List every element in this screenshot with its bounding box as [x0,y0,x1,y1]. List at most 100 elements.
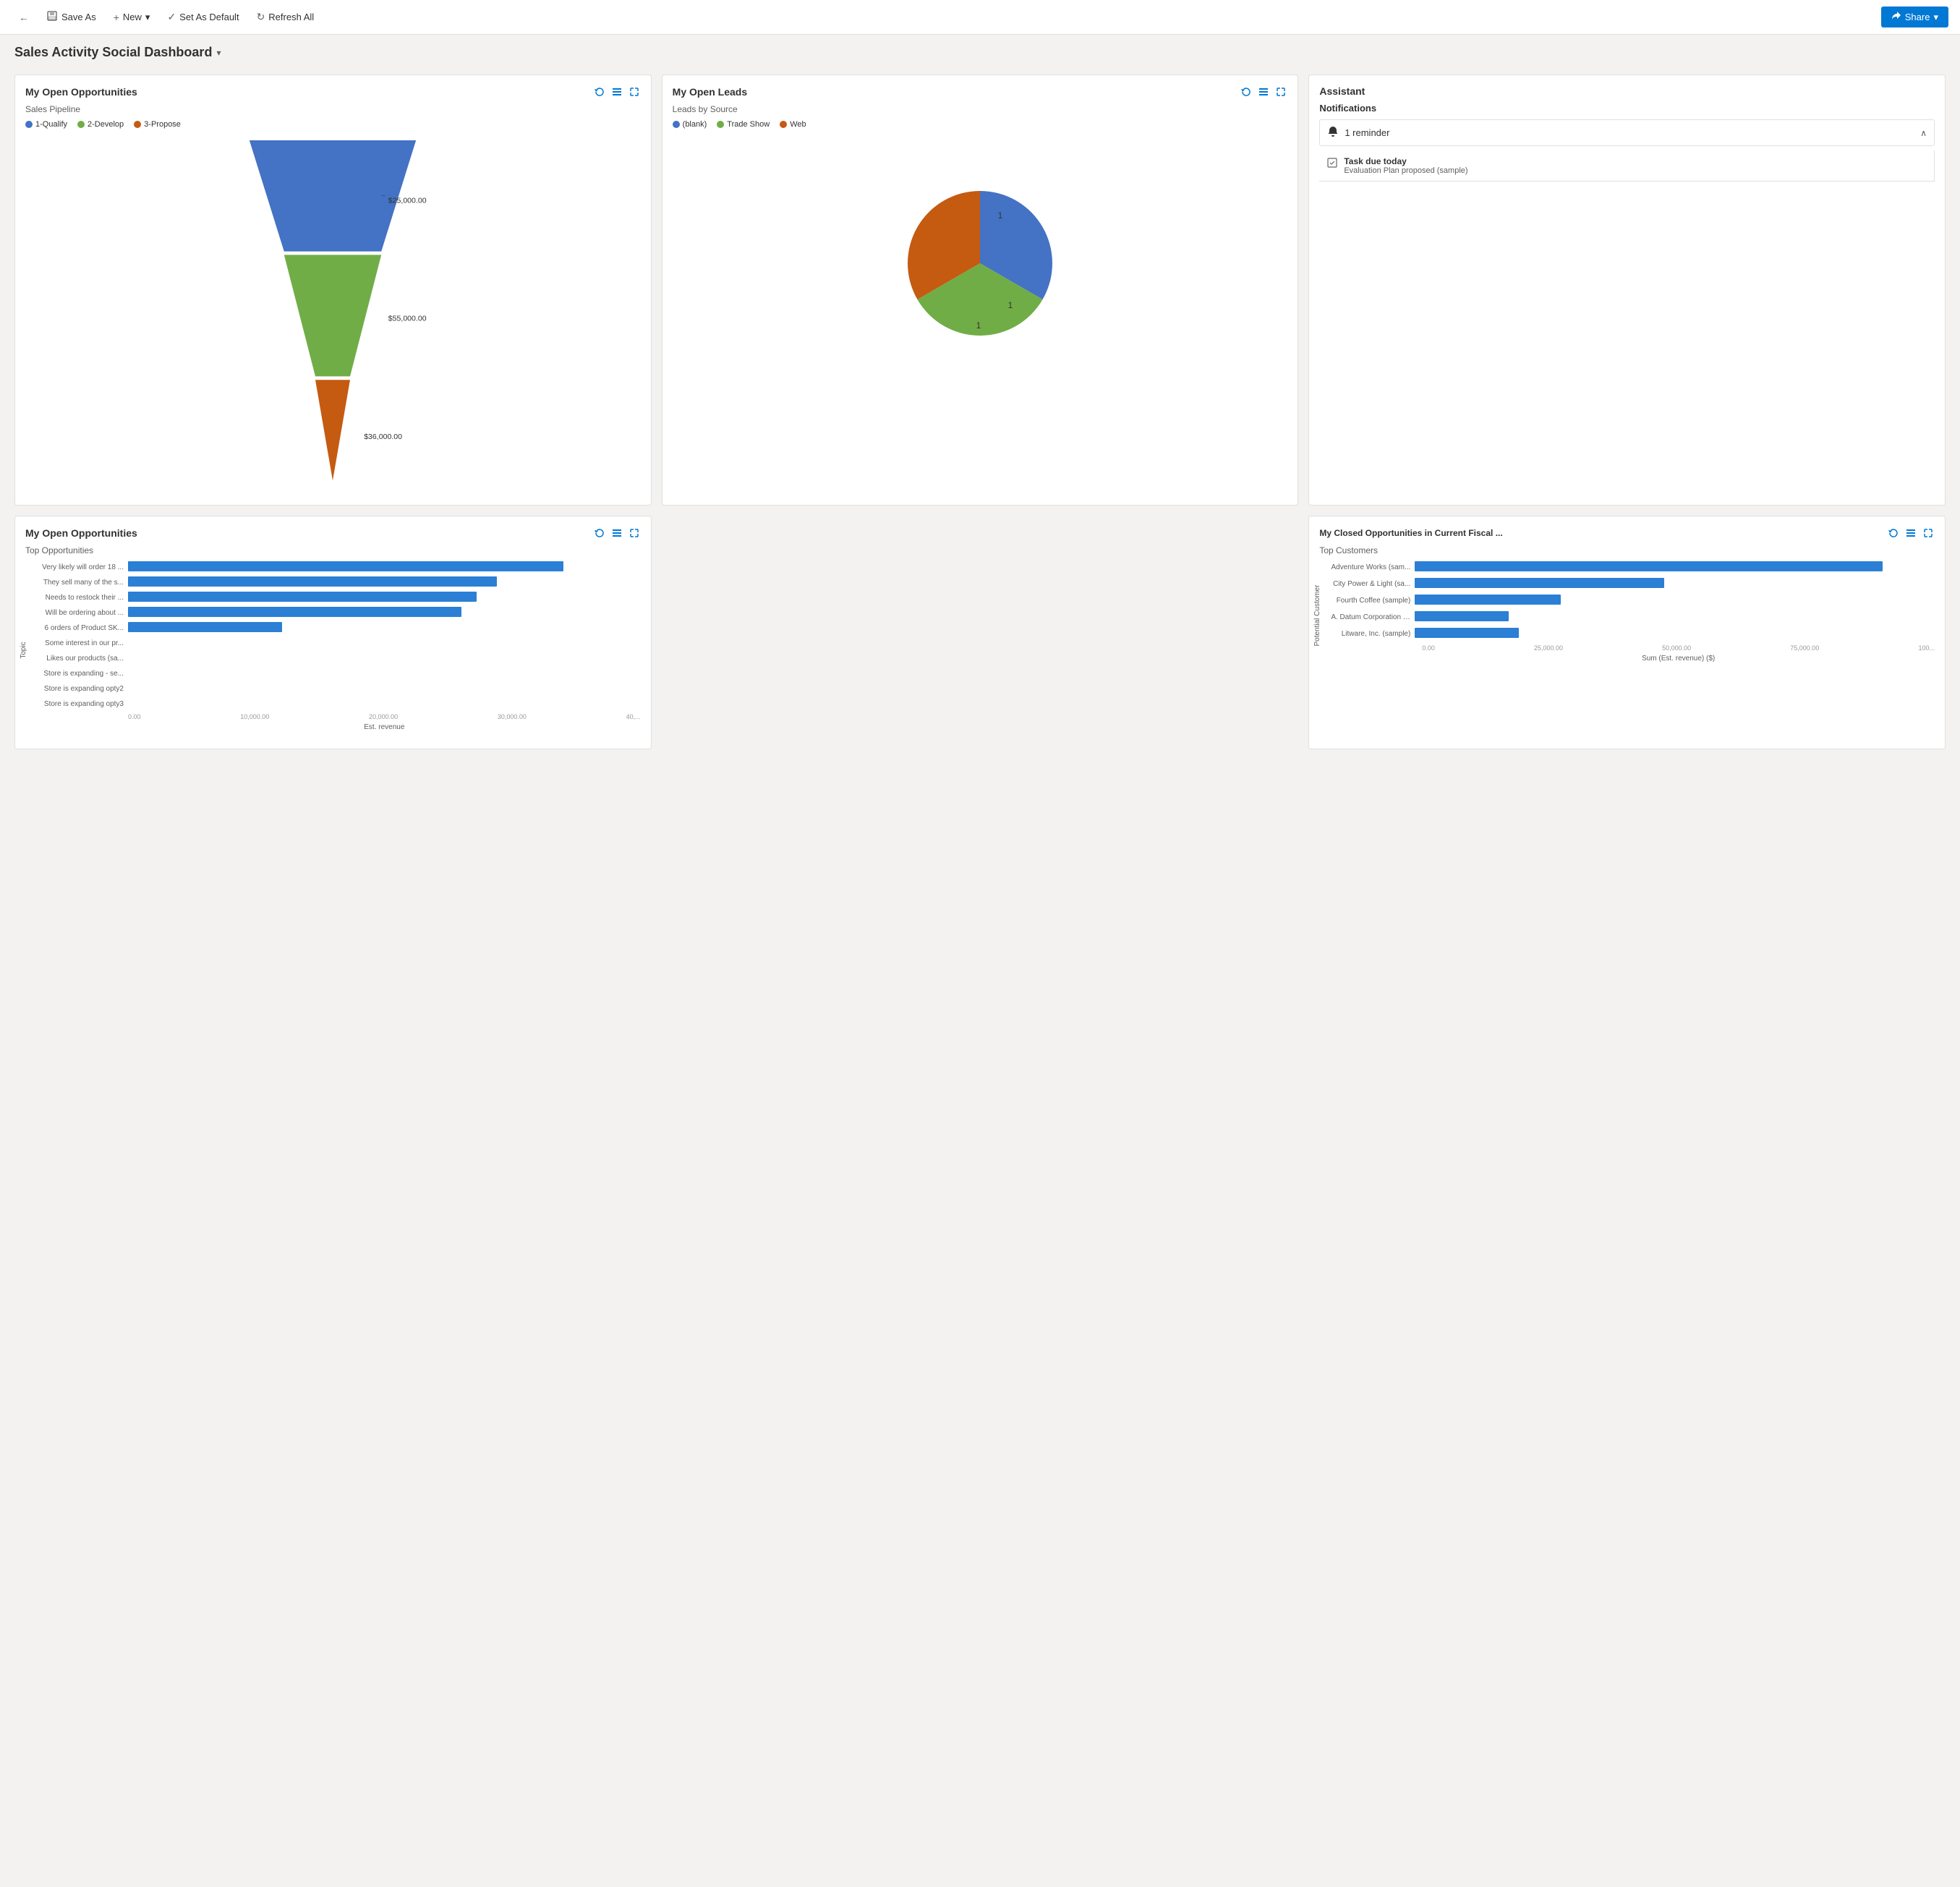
bar-label-8: Store is expanding - se... [37,670,124,678]
bar-label-7: Likes our products (sa... [37,655,124,663]
legend-web-dot [780,121,787,128]
new-plus-icon: + [114,12,119,23]
share-button[interactable]: Share ▾ [1881,7,1948,27]
pie-svg: 1 1 1 [893,176,1067,350]
reminder-count: 1 reminder [1345,127,1389,138]
funnel-label-2: $55,000.00 [388,315,427,323]
expand-leads-button[interactable] [1274,85,1287,98]
view-opp-button[interactable] [610,85,623,98]
bar-track-9 [128,683,641,694]
refresh-all-label: Refresh All [268,12,314,22]
bar-track-6 [128,637,641,649]
bar-track-2 [128,576,641,588]
refresh-closed-button[interactable] [1887,527,1900,540]
open-opportunities-header: My Open Opportunities [25,85,641,98]
back-button[interactable]: ← [12,8,36,27]
task-item: Task due today Evaluation Plan proposed … [1319,150,1935,182]
task-icon [1326,157,1338,171]
refresh-all-button[interactable]: ↻ Refresh All [250,7,322,27]
cust-label-3: Fourth Coffee (sample) [1331,597,1410,605]
open-opportunities-card: My Open Opportunities Sales Pipeline 1-Q… [14,74,652,506]
bar-track-1 [128,561,641,573]
cust-track-4 [1415,611,1935,623]
legend-propose-dot [134,121,141,128]
cust-track-5 [1415,628,1935,639]
reminder-row-left: 1 reminder [1327,126,1389,140]
new-button[interactable]: + New ▾ [106,8,158,27]
funnel-label-3: $36,000.00 [365,433,403,441]
toolbar-left: ← Save As + New ▾ ✓ Set As Default ↻ Ref… [12,7,321,27]
cust-label-1: Adventure Works (sam... [1331,563,1410,571]
open-leads-header: My Open Leads [673,85,1288,98]
bar-label-10: Store is expanding opty3 [37,700,124,708]
save-as-button[interactable]: Save As [39,7,103,27]
x-tick-2: 20,000.00 [369,713,398,720]
bar-row-2: They sell many of the s... [37,576,641,588]
bar-fill-2 [128,576,497,587]
bar-label-2: They sell many of the s... [37,579,124,587]
new-label: New [123,12,142,22]
share-caret-icon: ▾ [1933,12,1938,23]
cust-fill-2 [1415,578,1664,588]
pie-label-blank: 1 [998,210,1003,221]
funnel-label-1: $25,000.00 [388,196,427,205]
funnel-svg: $25,000.00 $55,000.00 $36,000.00 [231,140,434,487]
funnel-develop-segment [284,255,381,376]
closed-x-tick-2: 50,000.00 [1662,644,1691,652]
top-opportunities-chart: Topic Very likely will order 18 ... They… [25,561,641,738]
closed-x-tick-1: 25,000.00 [1534,644,1563,652]
open-opportunities-subtitle: Sales Pipeline [25,104,641,114]
cust-fill-3 [1415,595,1560,605]
cust-label-4: A. Datum Corporation (... [1331,613,1410,621]
expand-opp-button[interactable] [628,85,641,98]
refresh-leads-button[interactable] [1240,85,1253,98]
view-leads-button[interactable] [1257,85,1270,98]
cust-label-2: City Power & Light (sa... [1331,580,1410,588]
task-details: Task due today Evaluation Plan proposed … [1344,156,1467,175]
share-icon [1891,11,1901,23]
open-leads-legend: (blank) Trade Show Web [673,120,1288,129]
dashboard: My Open Opportunities Sales Pipeline 1-Q… [0,67,1960,764]
closed-x-tick-0: 0.00 [1422,644,1435,652]
assistant-card: Assistant Notifications 1 reminder ∧ Tas… [1308,74,1946,506]
view-topopp-button[interactable] [610,527,623,540]
legend-develop: 2-Develop [77,120,124,129]
bar-track-7 [128,652,641,664]
bar-row-6: Some interest in our pr... [37,637,641,649]
bar-track-4 [128,607,641,618]
bar-label-3: Needs to restock their ... [37,594,124,602]
notifications-label: Notifications [1319,103,1935,114]
legend-develop-dot [77,121,85,128]
open-leads-card: My Open Leads Leads by Source (blank) [662,74,1299,506]
refresh-icon: ↻ [257,11,265,23]
refresh-topopp-button[interactable] [593,527,606,540]
bar-row-7: Likes our products (sa... [37,652,641,664]
view-closed-button[interactable] [1904,527,1917,540]
legend-blank-dot [673,121,680,128]
legend-blank: (blank) [673,120,707,129]
cust-fill-4 [1415,611,1508,621]
page-title-caret-icon[interactable]: ▾ [216,48,221,58]
refresh-opp-button[interactable] [593,85,606,98]
legend-web-label: Web [790,120,806,129]
bar-row-5: 6 orders of Product SK... [37,622,641,634]
closed-x-axis-label: Sum (Est. revenue) ($) [1422,655,1935,663]
set-default-label: Set As Default [179,12,239,22]
expand-topopp-button[interactable] [628,527,641,540]
cust-track-2 [1415,578,1935,589]
bar-row-4: Will be ordering about ... [37,607,641,618]
set-default-button[interactable]: ✓ Set As Default [160,7,246,27]
topopp-x-axis: 0.00 10,000.00 20,000.00 30,000.00 40,..… [128,713,641,720]
bar-fill-4 [128,607,461,617]
top-opportunities-title: My Open Opportunities [25,527,137,539]
closed-opportunities-card: My Closed Opportunities in Current Fisca… [1308,516,1946,749]
bar-fill-5 [128,622,282,632]
reminder-row[interactable]: 1 reminder ∧ [1319,119,1935,146]
assistant-title: Assistant [1319,85,1365,97]
expand-closed-button[interactable] [1922,527,1935,540]
closed-opportunities-chart: Potential Customer Adventure Works (sam.… [1319,561,1935,670]
share-label: Share [1905,12,1930,22]
bar-fill-1 [128,561,563,571]
bar-row-9: Store is expanding opty2 [37,683,641,694]
task-title: Task due today [1344,156,1467,166]
